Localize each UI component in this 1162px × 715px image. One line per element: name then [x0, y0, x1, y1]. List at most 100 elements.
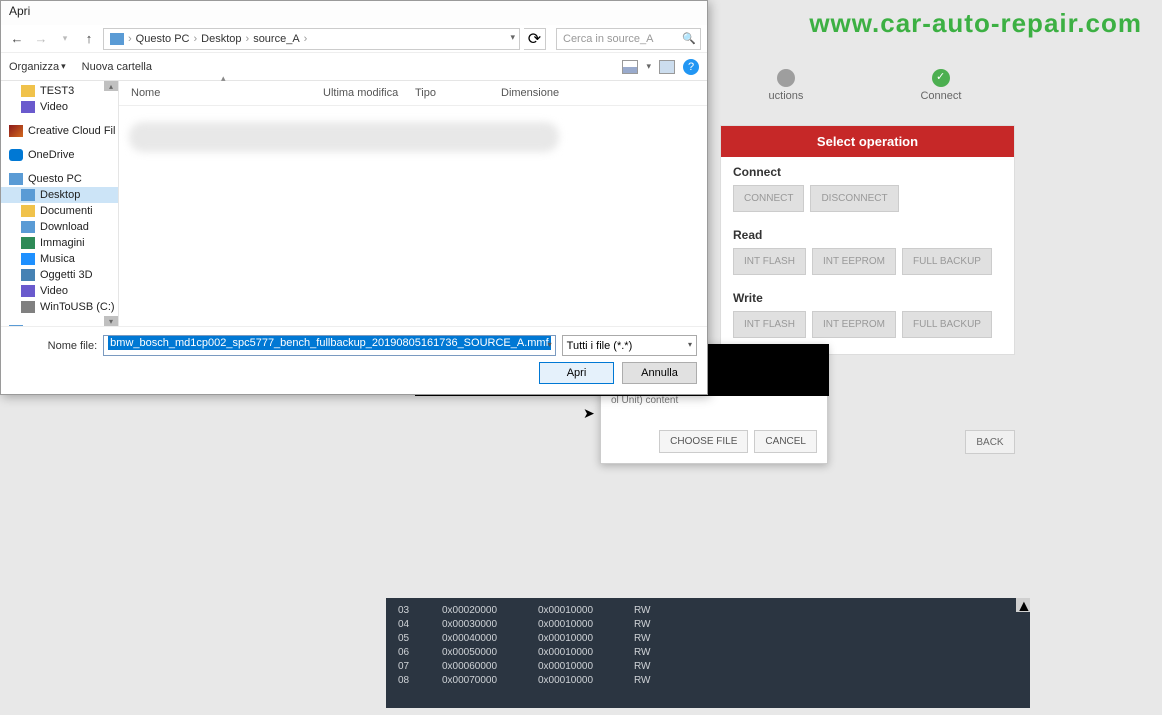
search-placeholder: Cerca in source_A [563, 33, 654, 45]
file-type-filter[interactable]: Tutti i file (*.*) ▾ [562, 335, 697, 356]
read-section-title: Read [733, 228, 1002, 242]
tree-item-test3[interactable]: TEST3 [1, 83, 118, 99]
connect-button[interactable]: CONNECT [733, 185, 804, 212]
tree-item-video2[interactable]: Video [1, 283, 118, 299]
file-list-area: Nome Ultima modifica Tipo Dimensione ▴ [119, 81, 707, 326]
address-bar[interactable]: › Questo PC › Desktop › source_A › ▾ [103, 28, 520, 50]
operations-panel: Select operation Connect CONNECT DISCONN… [720, 125, 1015, 355]
column-date[interactable]: Ultima modifica [319, 85, 411, 101]
tree-item-video[interactable]: Video [1, 99, 118, 115]
view-mode-button[interactable] [622, 60, 638, 74]
step-label: uctions [769, 90, 804, 102]
connect-section-title: Connect [733, 165, 1002, 179]
tree-item-onedrive[interactable]: OneDrive [1, 147, 118, 163]
tree-item-questo-pc[interactable]: Questo PC [1, 171, 118, 187]
creative-cloud-icon [9, 125, 23, 137]
crumb-folder[interactable]: source_A [253, 33, 299, 45]
column-type[interactable]: Tipo [411, 85, 497, 101]
chevron-right-icon: › [246, 33, 250, 45]
step-instructions: uctions [769, 69, 804, 102]
file-list[interactable] [119, 106, 707, 326]
tree-item-immagini[interactable]: Immagini [1, 235, 118, 251]
open-button[interactable]: Apri [539, 362, 614, 384]
write-int-eeprom-button[interactable]: INT EEPROM [812, 311, 896, 338]
nav-back-button[interactable]: ← [7, 29, 27, 49]
preview-pane-button[interactable] [659, 60, 675, 74]
console-row: 080x000700000x00010000RW [398, 674, 1018, 688]
onedrive-icon [9, 149, 23, 161]
console-scroll-up[interactable]: ▲ [1016, 598, 1030, 612]
step-connect: Connect [920, 69, 961, 102]
help-icon[interactable]: ? [683, 59, 699, 75]
filename-input[interactable]: bmw_bosch_md1cp002_spc5777_bench_fullbac… [103, 335, 555, 356]
folder-tree: ▴ TEST3 Video Creative Cloud Fil OneDriv… [1, 81, 119, 326]
file-open-dialog: Apri ← → ▾ ↑ › Questo PC › Desktop › sou… [0, 0, 708, 395]
disk-icon [21, 301, 35, 313]
read-full-backup-button[interactable]: FULL BACKUP [902, 248, 992, 275]
new-folder-button[interactable]: Nuova cartella [82, 61, 152, 73]
step-label: Connect [920, 90, 961, 102]
tree-item-download[interactable]: Download [1, 219, 118, 235]
steps-bar: uctions Connect [710, 65, 1020, 105]
console-row: 050x000400000x00010000RW [398, 632, 1018, 646]
watermark-text: www.car-auto-repair.com [809, 8, 1142, 39]
chevron-right-icon: › [304, 33, 308, 45]
console-row: 040x000300000x00010000RW [398, 618, 1018, 632]
search-icon: 🔍 [682, 32, 696, 45]
network-icon [9, 325, 23, 326]
folder-icon [21, 85, 35, 97]
chevron-down-icon[interactable]: ▾ [646, 61, 651, 72]
nav-forward-button[interactable]: → [31, 29, 51, 49]
tree-item-oggetti-3d[interactable]: Oggetti 3D [1, 267, 118, 283]
organize-menu[interactable]: Organizza ▾ [9, 61, 66, 73]
column-name[interactable]: Nome [127, 85, 319, 101]
column-size[interactable]: Dimensione [497, 85, 563, 101]
chevron-right-icon: › [128, 33, 132, 45]
read-int-flash-button[interactable]: INT FLASH [733, 248, 806, 275]
filename-dropdown-icon[interactable]: ▾ [548, 340, 552, 349]
video-icon [21, 285, 35, 297]
select-operation-header: Select operation [721, 126, 1014, 157]
refresh-button[interactable]: ⟳ [524, 28, 546, 50]
tree-item-documenti[interactable]: Documenti [1, 203, 118, 219]
pc-icon [9, 173, 23, 185]
filename-label: Nome file: [11, 340, 97, 352]
cancel-button[interactable]: Annulla [622, 362, 697, 384]
dialog-title: Apri [1, 1, 707, 25]
desktop-icon [21, 189, 35, 201]
tree-item-rete[interactable]: Rete [1, 323, 118, 326]
nav-recent-dropdown[interactable]: ▾ [55, 29, 75, 49]
write-int-flash-button[interactable]: INT FLASH [733, 311, 806, 338]
tree-scroll-down[interactable]: ▾ [104, 316, 118, 326]
crumb-desktop[interactable]: Desktop [201, 33, 241, 45]
crumb-pc[interactable]: Questo PC [136, 33, 190, 45]
console-output: 030x000200000x00010000RW 040x000300000x0… [386, 598, 1030, 708]
file-row-blurred[interactable] [129, 122, 559, 152]
console-row: 070x000600000x00010000RW [398, 660, 1018, 674]
chevron-down-icon: ▾ [61, 61, 66, 72]
tree-item-wintousb[interactable]: WinToUSB (C:) [1, 299, 118, 315]
console-row: 060x000500000x00010000RW [398, 646, 1018, 660]
step-circle-active-icon [932, 69, 950, 87]
sort-indicator-icon: ▴ [221, 81, 226, 84]
address-dropdown-icon[interactable]: ▾ [510, 32, 515, 43]
images-icon [21, 237, 35, 249]
download-icon [21, 221, 35, 233]
search-input[interactable]: Cerca in source_A 🔍 [556, 28, 701, 50]
tree-item-creative-cloud[interactable]: Creative Cloud Fil [1, 123, 118, 139]
choose-file-button[interactable]: CHOOSE FILE [659, 430, 748, 453]
dialog-nav-bar: ← → ▾ ↑ › Questo PC › Desktop › source_A… [1, 25, 707, 53]
read-int-eeprom-button[interactable]: INT EEPROM [812, 248, 896, 275]
filename-value: bmw_bosch_md1cp002_spc5777_bench_fullbac… [108, 336, 550, 350]
modal-cancel-button[interactable]: CANCEL [754, 430, 817, 453]
write-full-backup-button[interactable]: FULL BACKUP [902, 311, 992, 338]
disconnect-button[interactable]: DISCONNECT [810, 185, 898, 212]
column-headers: Nome Ultima modifica Tipo Dimensione [119, 81, 707, 106]
tree-scroll-up[interactable]: ▴ [104, 81, 118, 91]
back-button[interactable]: BACK [965, 430, 1015, 454]
console-row: 030x000200000x00010000RW [398, 604, 1018, 618]
tree-item-desktop[interactable]: Desktop [1, 187, 118, 203]
nav-up-button[interactable]: ↑ [79, 29, 99, 49]
dialog-footer: Nome file: bmw_bosch_md1cp002_spc5777_be… [1, 326, 707, 394]
tree-item-musica[interactable]: Musica [1, 251, 118, 267]
